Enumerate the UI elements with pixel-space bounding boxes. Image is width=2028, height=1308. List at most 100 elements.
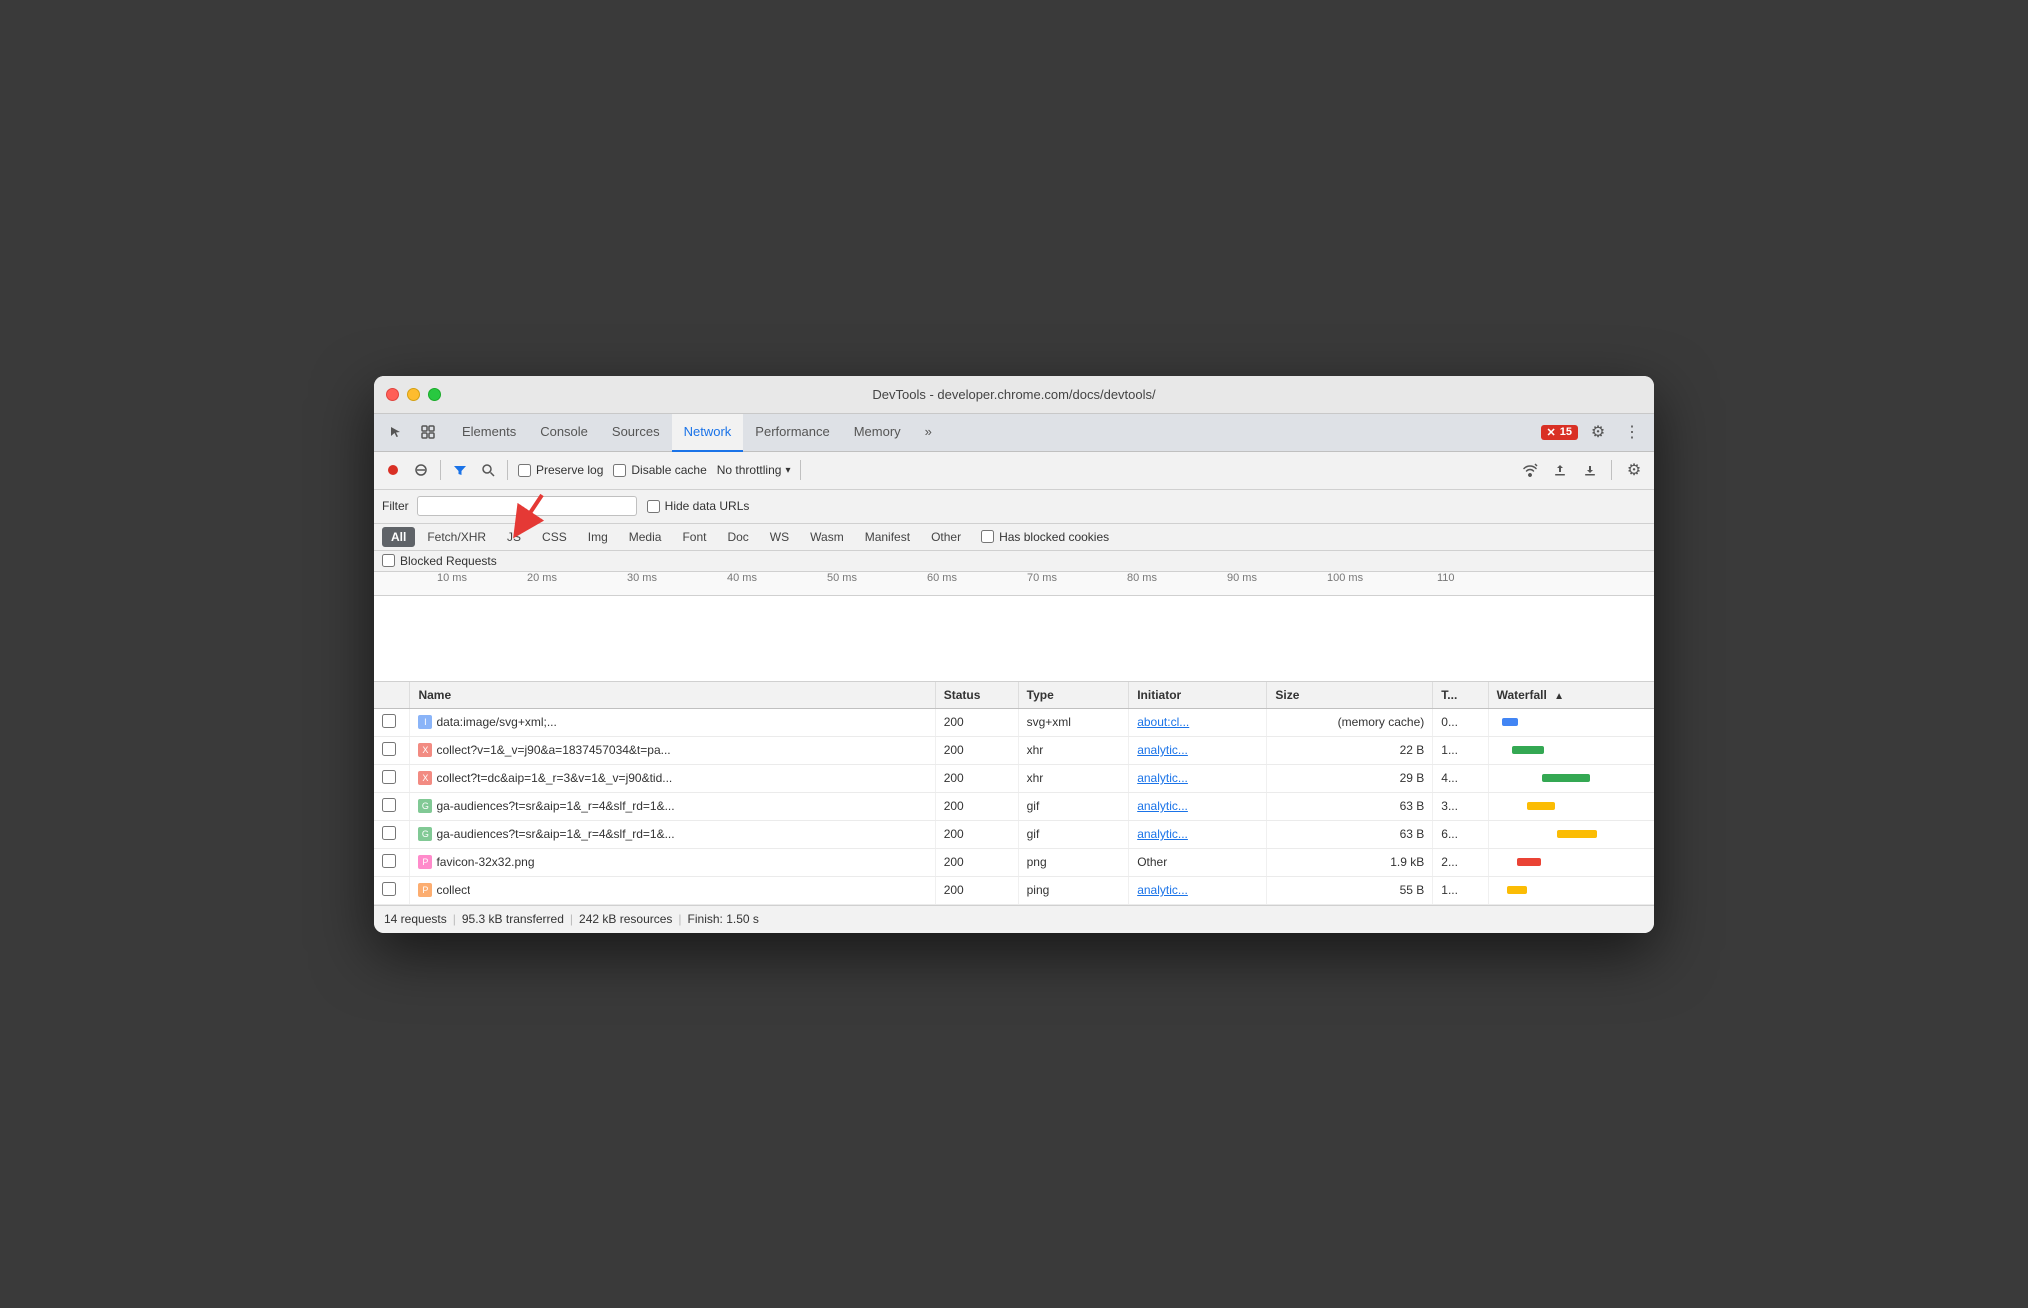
devtools-tabs: Elements Console Sources Network Perform… — [374, 414, 1654, 452]
tab-performance[interactable]: Performance — [743, 414, 841, 452]
inspect-icon[interactable] — [414, 418, 442, 446]
type-btn-manifest[interactable]: Manifest — [856, 527, 919, 547]
th-waterfall[interactable]: Waterfall ▲ — [1488, 682, 1654, 709]
row-name[interactable]: Xcollect?v=1&_v=j90&a=1837457034&t=pa... — [410, 736, 935, 764]
resource-icon-gif: G — [418, 799, 432, 813]
blocked-requests-label[interactable]: Has blocked cookies — [981, 530, 1109, 544]
row-name[interactable]: Pfavicon-32x32.png — [410, 848, 935, 876]
th-name[interactable]: Name — [410, 682, 935, 709]
tab-sources[interactable]: Sources — [600, 414, 672, 452]
tab-network[interactable]: Network — [672, 414, 744, 452]
tick-60ms: 60 ms — [924, 572, 957, 584]
blocked-requests-checkbox[interactable] — [382, 554, 395, 567]
type-btn-fetch-xhr[interactable]: Fetch/XHR — [418, 527, 495, 547]
search-button[interactable] — [475, 457, 501, 483]
row-name[interactable]: Gga-audiences?t=sr&aip=1&_r=4&slf_rd=1&.… — [410, 792, 935, 820]
disable-cache-checkbox-label[interactable]: Disable cache — [613, 463, 706, 477]
table-row[interactable]: Xcollect?t=dc&aip=1&_r=3&v=1&_v=j90&tid.… — [374, 764, 1654, 792]
upload-icon[interactable] — [1547, 457, 1573, 483]
close-button[interactable] — [386, 388, 399, 401]
window-title: DevTools - developer.chrome.com/docs/dev… — [872, 387, 1155, 402]
wifi-icon[interactable] — [1517, 457, 1543, 483]
th-size[interactable]: Size — [1267, 682, 1433, 709]
row-checkbox[interactable] — [382, 826, 396, 840]
row-time: 1... — [1433, 736, 1488, 764]
type-btn-other[interactable]: Other — [922, 527, 970, 547]
row-status: 200 — [935, 848, 1018, 876]
preserve-log-checkbox-label[interactable]: Preserve log — [518, 463, 603, 477]
table-row[interactable]: Gga-audiences?t=sr&aip=1&_r=4&slf_rd=1&.… — [374, 820, 1654, 848]
th-status[interactable]: Status — [935, 682, 1018, 709]
disable-cache-checkbox[interactable] — [613, 464, 626, 477]
preserve-log-checkbox[interactable] — [518, 464, 531, 477]
maximize-button[interactable] — [428, 388, 441, 401]
more-options-button[interactable]: ⋮ — [1618, 418, 1646, 446]
settings-button[interactable]: ⚙ — [1584, 418, 1612, 446]
network-table-wrap[interactable]: Name Status Type Initiator Size T... Wat… — [374, 682, 1654, 905]
hide-urls-checkbox[interactable] — [647, 500, 660, 513]
row-type: svg+xml — [1018, 708, 1129, 736]
row-size: 55 B — [1267, 876, 1433, 904]
initiator-link[interactable]: analytic... — [1137, 827, 1188, 841]
network-settings-button[interactable]: ⚙ — [1620, 456, 1648, 484]
type-btn-all[interactable]: All — [382, 527, 415, 547]
th-type[interactable]: Type — [1018, 682, 1129, 709]
row-type: ping — [1018, 876, 1129, 904]
table-row[interactable]: Gga-audiences?t=sr&aip=1&_r=4&slf_rd=1&.… — [374, 792, 1654, 820]
row-initiator[interactable]: analytic... — [1129, 820, 1267, 848]
row-initiator[interactable]: analytic... — [1129, 876, 1267, 904]
clear-button[interactable] — [408, 457, 434, 483]
tab-elements[interactable]: Elements — [450, 414, 528, 452]
filter-input[interactable] — [424, 499, 630, 513]
tab-memory[interactable]: Memory — [842, 414, 913, 452]
type-btn-css[interactable]: CSS — [533, 527, 576, 547]
row-name[interactable]: Pcollect — [410, 876, 935, 904]
row-checkbox[interactable] — [382, 770, 396, 784]
table-header-row: Name Status Type Initiator Size T... Wat… — [374, 682, 1654, 709]
row-initiator[interactable]: about:cl... — [1129, 708, 1267, 736]
blocked-requests-checkbox-label[interactable]: Blocked Requests — [382, 554, 497, 568]
initiator-link[interactable]: analytic... — [1137, 883, 1188, 897]
row-checkbox[interactable] — [382, 854, 396, 868]
filter-button[interactable] — [447, 457, 473, 483]
type-btn-doc[interactable]: Doc — [718, 527, 757, 547]
table-row[interactable]: Pfavicon-32x32.png200pngOther1.9 kB2... — [374, 848, 1654, 876]
type-btn-font[interactable]: Font — [673, 527, 715, 547]
table-row[interactable]: Xcollect?v=1&_v=j90&a=1837457034&t=pa...… — [374, 736, 1654, 764]
type-btn-js[interactable]: JS — [498, 527, 530, 547]
hide-urls-label[interactable]: Hide data URLs — [647, 499, 750, 513]
initiator-link[interactable]: analytic... — [1137, 799, 1188, 813]
waterfall-bar-container — [1497, 770, 1646, 786]
row-initiator[interactable]: analytic... — [1129, 736, 1267, 764]
row-name[interactable]: Gga-audiences?t=sr&aip=1&_r=4&slf_rd=1&.… — [410, 820, 935, 848]
type-btn-wasm[interactable]: Wasm — [801, 527, 853, 547]
table-row[interactable]: Idata:image/svg+xml;...200svg+xmlabout:c… — [374, 708, 1654, 736]
throttle-select[interactable]: No throttling ▾ — [713, 463, 795, 477]
initiator-link[interactable]: analytic... — [1137, 743, 1188, 757]
type-btn-media[interactable]: Media — [620, 527, 671, 547]
th-initiator[interactable]: Initiator — [1129, 682, 1267, 709]
tab-more[interactable]: » — [913, 414, 944, 452]
initiator-link[interactable]: about:cl... — [1137, 715, 1189, 729]
row-checkbox[interactable] — [382, 714, 396, 728]
tab-console[interactable]: Console — [528, 414, 600, 452]
row-initiator[interactable]: analytic... — [1129, 792, 1267, 820]
row-name[interactable]: Xcollect?t=dc&aip=1&_r=3&v=1&_v=j90&tid.… — [410, 764, 935, 792]
row-name[interactable]: Idata:image/svg+xml;... — [410, 708, 935, 736]
row-type: xhr — [1018, 736, 1129, 764]
table-row[interactable]: Pcollect200pinganalytic...55 B1... — [374, 876, 1654, 904]
has-blocked-cookies-checkbox[interactable] — [981, 530, 994, 543]
download-icon[interactable] — [1577, 457, 1603, 483]
error-badge[interactable]: ✕ 15 — [1541, 425, 1578, 440]
row-checkbox[interactable] — [382, 742, 396, 756]
th-time[interactable]: T... — [1433, 682, 1488, 709]
type-btn-ws[interactable]: WS — [761, 527, 798, 547]
type-btn-img[interactable]: Img — [579, 527, 617, 547]
row-checkbox[interactable] — [382, 798, 396, 812]
cursor-icon[interactable] — [382, 418, 410, 446]
row-initiator[interactable]: analytic... — [1129, 764, 1267, 792]
initiator-link[interactable]: analytic... — [1137, 771, 1188, 785]
minimize-button[interactable] — [407, 388, 420, 401]
row-checkbox[interactable] — [382, 882, 396, 896]
record-button[interactable] — [380, 457, 406, 483]
